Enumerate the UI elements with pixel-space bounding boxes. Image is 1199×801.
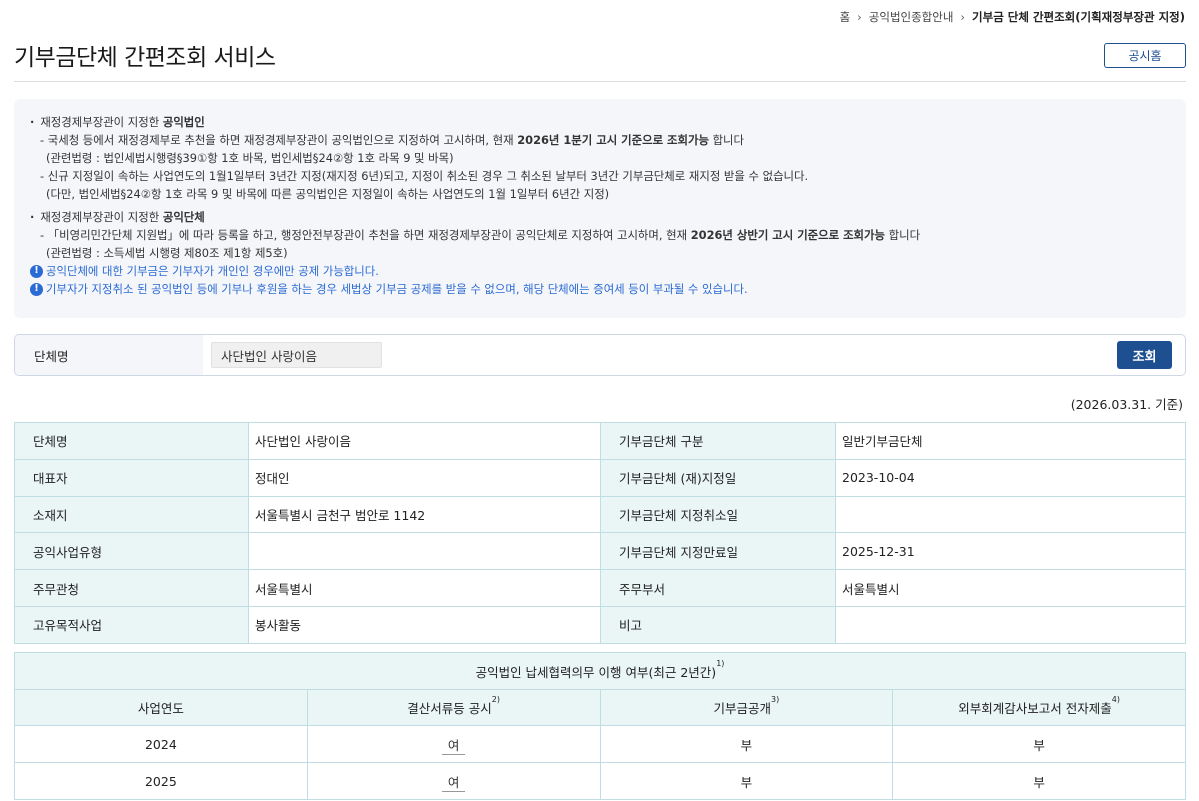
notice-section2-heading: 재정경제부장관이 지정한 공익단체 [30, 208, 1170, 226]
info-row: 단체명 사단법인 사랑이음 기부금단체 구분 일반기부금단체 [14, 422, 1186, 460]
info-value: 사단법인 사랑이음 [248, 422, 601, 460]
compliance-cell-donation: 부 [599, 725, 894, 763]
info-row: 공익사업유형 기부금단체 지정만료일 2025-12-31 [14, 532, 1186, 571]
info-value: 일반기부금단체 [835, 422, 1186, 460]
info-icon: ! [30, 282, 43, 296]
info-label: 대표자 [14, 458, 249, 497]
info-value [835, 495, 1186, 534]
info-row: 소재지 서울특별시 금천구 범안로 1142 기부금단체 지정취소일 [14, 495, 1186, 534]
compliance-header: 결산서류등 공시2) [306, 689, 601, 726]
compliance-table: 공익법인 납세협력의무 이행 여부(최근 2년간)1) 사업연도 결산서류등 공시… [14, 652, 1186, 800]
disclosure-home-button[interactable]: 공시홈 [1104, 43, 1186, 68]
notice-section2-line1: - 「비영리민간단체 지원법」에 따라 등록을 하고, 행정안전부장관이 추천을… [40, 228, 921, 242]
info-label: 단체명 [14, 422, 249, 460]
info-label: 기부금단체 구분 [600, 422, 836, 460]
info-label: 주무관청 [14, 569, 249, 607]
info-value: 봉사활동 [248, 605, 601, 644]
notice-section1-heading: 재정경제부장관이 지정한 공익법인 [30, 113, 1170, 131]
info-label: 고유목적사업 [14, 605, 249, 644]
info-label: 공익사업유형 [14, 532, 249, 571]
info-icon: ! [30, 264, 43, 278]
breadcrumb: 홈 › 공익법인종합안내 › 기부금 단체 간편조회(기획재정부장관 지정) [840, 9, 1185, 25]
info-value: 2023-10-04 [835, 458, 1186, 497]
basis-date: (2026.03.31. 기준) [1070, 397, 1183, 412]
info-row: 대표자 정대인 기부금단체 (재)지정일 2023-10-04 [14, 458, 1186, 497]
info-value [835, 605, 1186, 644]
info-value: 서울특별시 [248, 569, 601, 607]
search-bar: 단체명 사단법인 사랑이음 조회 [14, 334, 1186, 376]
compliance-cell-year: 2025 [14, 762, 308, 800]
info-label: 기부금단체 지정만료일 [600, 532, 836, 571]
notice-section1-line2: (관련법령 : 법인세법시행령§39①항 1호 바목, 법인세법§24②항 1호… [46, 151, 454, 165]
info-label: 기부금단체 지정취소일 [600, 495, 836, 534]
disclosure-link[interactable]: 여 [441, 774, 466, 792]
info-value: 정대인 [248, 458, 601, 497]
breadcrumb-level1[interactable]: 공익법인종합안내 [869, 10, 954, 24]
search-label: 단체명 [15, 335, 203, 375]
compliance-cell-audit: 부 [892, 725, 1186, 763]
notice-warning-2: ! 기부자가 지정취소 된 공익법인 등에 기부나 후원을 하는 경우 세법상 기… [30, 280, 1170, 298]
notice-section1-line4: (다만, 법인세법§24②항 1호 라목 9 및 바목에 따른 공익법인은 지정… [46, 187, 610, 201]
info-label: 비고 [600, 605, 836, 644]
chevron-right-icon: › [857, 10, 862, 24]
notice-box: 재정경제부장관이 지정한 공익법인 - 국세청 등에서 재정경제부로 추천을 하… [14, 99, 1186, 318]
compliance-caption: 공익법인 납세협력의무 이행 여부(최근 2년간)1) [14, 652, 1186, 690]
breadcrumb-home[interactable]: 홈 [840, 10, 851, 24]
compliance-cell-audit: 부 [892, 762, 1186, 800]
info-row: 주무관청 서울특별시 주무부서 서울특별시 [14, 569, 1186, 607]
info-label: 주무부서 [600, 569, 836, 607]
compliance-header: 기부금공개3) [599, 689, 894, 726]
info-value: 서울특별시 금천구 범안로 1142 [248, 495, 601, 534]
info-value: 서울특별시 [835, 569, 1186, 607]
info-label: 소재지 [14, 495, 249, 534]
notice-section1-line3: - 신규 지정일이 속하는 사업연도의 1월1일부터 3년간 지정(재지정 6년… [40, 169, 809, 183]
compliance-cell-donation: 부 [599, 762, 894, 800]
compliance-cell-disclosure: 여 [306, 725, 601, 763]
chevron-right-icon: › [960, 10, 966, 24]
compliance-row: 2025 여 부 부 [14, 762, 1186, 800]
search-button[interactable]: 조회 [1117, 341, 1172, 369]
notice-section1-line1: - 국세청 등에서 재정경제부로 추천을 하면 재정경제부장관이 공익법인으로 … [40, 133, 745, 147]
info-value [248, 532, 601, 571]
info-label: 기부금단체 (재)지정일 [600, 458, 836, 497]
info-value: 2025-12-31 [835, 532, 1186, 571]
compliance-cell-year: 2024 [14, 725, 308, 763]
organization-info-table: 단체명 사단법인 사랑이음 기부금단체 구분 일반기부금단체 대표자 정대인 기부금단체 (… [14, 422, 1186, 644]
compliance-header: 사업연도 [14, 689, 308, 726]
organization-name-input[interactable]: 사단법인 사랑이음 [211, 342, 382, 368]
compliance-cell-disclosure: 여 [306, 762, 601, 800]
notice-warning-1: ! 공익단체에 대한 기부금은 기부자가 개인인 경우에만 공제 가능합니다. [30, 262, 1170, 280]
info-row: 고유목적사업 봉사활동 비고 [14, 605, 1186, 644]
disclosure-link[interactable]: 여 [441, 737, 466, 755]
breadcrumb-current: 기부금 단체 간편조회(기획재정부장관 지정) [972, 10, 1185, 24]
page-title: 기부금단체 간편조회 서비스 [14, 45, 276, 71]
compliance-row: 2024 여 부 부 [14, 725, 1186, 763]
notice-section2-line2: (관련법령 : 소득세법 시행령 제80조 제1항 제5호) [46, 246, 288, 260]
compliance-header: 외부회계감사보고서 전자제출4) [892, 689, 1186, 726]
title-divider [14, 81, 1186, 82]
